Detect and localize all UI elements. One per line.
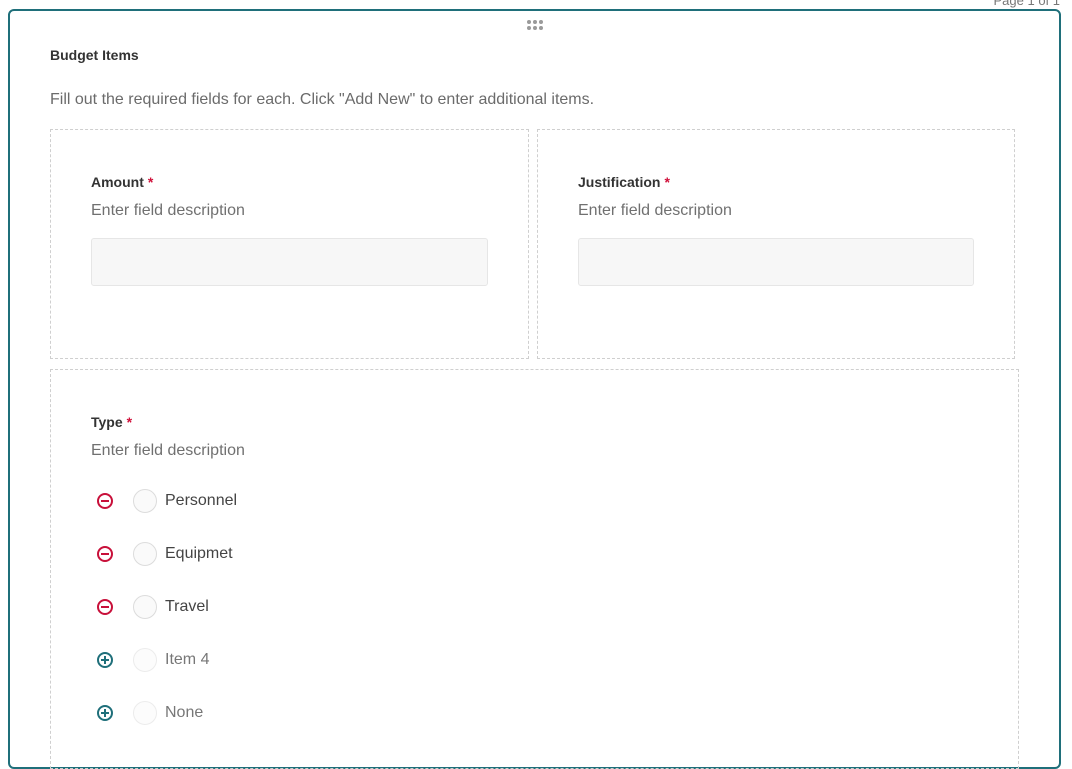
radio-travel[interactable]: [133, 595, 157, 619]
remove-icon[interactable]: [97, 546, 113, 562]
justification-label-text: Justification: [578, 174, 661, 190]
type-description: Enter field description: [91, 442, 245, 459]
required-marker: *: [664, 174, 670, 190]
justification-description: Enter field description: [578, 202, 732, 219]
budget-items-card: Budget Items Fill out the required field…: [8, 9, 1061, 769]
required-marker: *: [147, 174, 154, 190]
justification-label: Justification *: [578, 174, 670, 190]
type-option-none: None: [97, 700, 203, 726]
radio-personnel[interactable]: [133, 489, 157, 513]
type-option-personnel: Personnel: [97, 488, 237, 514]
add-icon[interactable]: [97, 652, 113, 668]
section-title: Budget Items: [50, 47, 139, 63]
section-description: Fill out the required fields for each. C…: [50, 91, 595, 108]
amount-label-text: Amount: [91, 174, 144, 190]
amount-description: Enter field description: [91, 202, 245, 219]
amount-field-container: Amount * Enter field description: [50, 129, 529, 359]
type-option-item-4: Item 4: [97, 647, 209, 673]
option-label: Travel: [165, 598, 209, 615]
amount-label: Amount *: [91, 174, 153, 190]
amount-input[interactable]: [91, 238, 488, 286]
type-field-container: Type * Enter field description Personnel …: [50, 369, 1019, 769]
option-label: Equipmet: [165, 545, 233, 562]
required-marker: *: [126, 414, 133, 430]
justification-field-container: Justification * Enter field description: [537, 129, 1015, 359]
type-option-travel: Travel: [97, 594, 209, 620]
remove-icon[interactable]: [97, 599, 113, 615]
option-label: None: [165, 704, 204, 721]
add-icon[interactable]: [97, 705, 113, 721]
radio-none[interactable]: [133, 701, 157, 725]
option-label: Personnel: [165, 492, 238, 509]
type-label-text: Type: [91, 414, 123, 430]
drag-handle-icon[interactable]: [527, 20, 545, 30]
remove-icon[interactable]: [97, 493, 113, 509]
page-indicator: Page 1 of 1: [993, 0, 1061, 8]
option-label: Item 4: [165, 651, 210, 668]
radio-item-4[interactable]: [133, 648, 157, 672]
justification-input[interactable]: [578, 238, 974, 286]
type-option-equipmet: Equipmet: [97, 541, 233, 567]
radio-equipmet[interactable]: [133, 542, 157, 566]
type-label: Type *: [91, 414, 132, 430]
